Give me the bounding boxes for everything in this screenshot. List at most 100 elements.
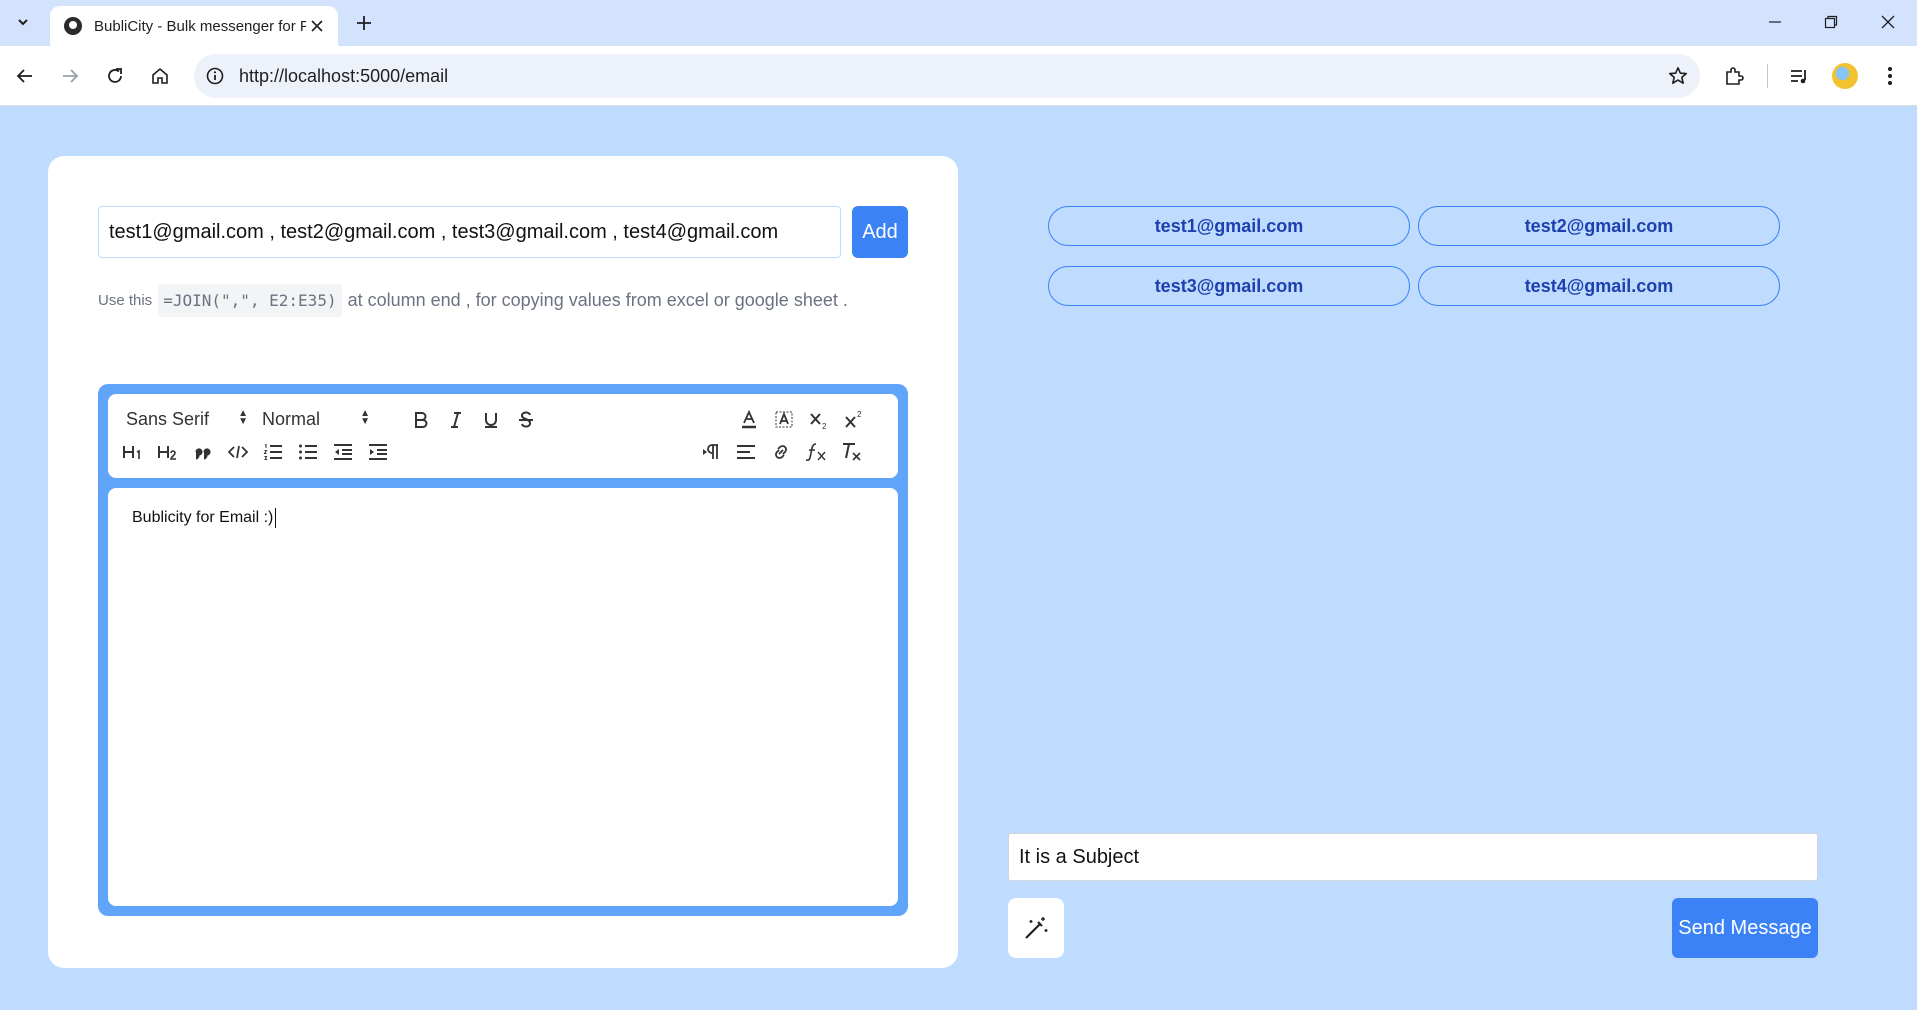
underline-button[interactable] (478, 408, 504, 432)
recipient-chip[interactable]: test4@gmail.com (1418, 266, 1780, 306)
recipient-chip[interactable]: test2@gmail.com (1418, 206, 1780, 246)
superscript-button[interactable]: 2 (841, 408, 867, 432)
heading-1-icon (123, 446, 140, 459)
blockquote-button[interactable] (190, 440, 216, 464)
text-color-icon (742, 410, 756, 429)
svg-text:2: 2 (857, 410, 862, 419)
window-restore-button[interactable] (1803, 0, 1859, 44)
url-text[interactable]: http://localhost:5000/email (239, 66, 448, 87)
site-info-icon[interactable] (204, 65, 226, 87)
window-close-button[interactable] (1860, 0, 1916, 44)
ordered-list-icon (263, 443, 282, 460)
close-icon (1881, 15, 1895, 29)
align-button[interactable] (733, 440, 759, 464)
align-left-icon (737, 445, 755, 459)
ordered-list-button[interactable] (260, 440, 286, 464)
formula-button[interactable] (803, 440, 829, 464)
join-hint: Use this =JOIN(",", E2:E35) at column en… (98, 284, 848, 317)
editor-content[interactable]: Bublicity for Email :) (108, 488, 898, 906)
superscript-icon: 2 (845, 410, 862, 428)
editor-text: Bublicity for Email :) (132, 509, 274, 527)
background-color-button[interactable] (771, 408, 797, 432)
forward-button[interactable] (54, 60, 86, 92)
clear-format-button[interactable] (838, 440, 864, 464)
font-family-value: Sans Serif (126, 408, 210, 429)
tab-search-button[interactable] (8, 9, 38, 35)
subject-input[interactable] (1008, 833, 1818, 881)
indent-icon (369, 444, 387, 460)
indent-button[interactable] (365, 440, 391, 464)
formula-icon (805, 443, 826, 462)
add-button[interactable]: Add (852, 206, 908, 258)
bold-icon (415, 412, 428, 428)
tab-title: BubliCity - Bulk messenger for F (94, 17, 306, 35)
text-color-button[interactable] (736, 408, 762, 432)
arrow-left-icon (16, 69, 32, 83)
link-icon (775, 445, 787, 459)
ai-generate-button[interactable] (1008, 898, 1064, 958)
rich-text-editor: Sans Serif ▲ ▼ Normal ▲ ▼ 2 2 Bublicity … (98, 384, 908, 916)
media-control-icon[interactable] (1783, 60, 1815, 92)
browser-tab-strip: BubliCity - Bulk messenger for F (0, 0, 1917, 46)
magic-wand-icon (1025, 917, 1048, 939)
compose-card: Add Use this =JOIN(",", E2:E35) at colum… (48, 156, 958, 968)
restore-icon (1824, 15, 1838, 29)
header-1-button[interactable] (120, 440, 146, 464)
hint-prefix: Use this (98, 292, 153, 309)
window-minimize-button[interactable] (1747, 0, 1803, 44)
header-2-button[interactable] (155, 440, 181, 464)
font-size-select[interactable]: Normal ▲ ▼ (262, 408, 370, 430)
toolbar-divider (1767, 64, 1768, 88)
strike-button[interactable] (513, 408, 539, 432)
subscript-icon: 2 (810, 413, 827, 430)
code-icon (228, 445, 248, 459)
italic-button[interactable] (443, 408, 469, 432)
plus-icon (357, 16, 371, 30)
quote-icon (195, 448, 211, 460)
select-arrows-icon: ▲ ▼ (238, 408, 248, 427)
outdent-button[interactable] (330, 440, 356, 464)
recipient-chip[interactable]: test3@gmail.com (1048, 266, 1410, 306)
recipient-chip[interactable]: test1@gmail.com (1048, 206, 1410, 246)
select-arrows-icon: ▲ ▼ (360, 408, 370, 427)
bullet-list-button[interactable] (295, 440, 321, 464)
bookmark-star-icon[interactable] (1666, 64, 1690, 88)
profile-avatar[interactable] (1832, 63, 1858, 89)
bold-button[interactable] (408, 408, 434, 432)
clear-format-icon (843, 443, 861, 461)
font-size-value: Normal (262, 408, 321, 429)
bullet-list-icon (299, 444, 317, 460)
arrow-right-icon (63, 69, 79, 83)
app-favicon-icon (64, 17, 82, 35)
send-message-button[interactable]: Send Message (1672, 898, 1818, 958)
hint-suffix: at column end , for copying values from … (347, 290, 848, 310)
code-button[interactable] (225, 440, 251, 464)
tab-close-button[interactable] (306, 15, 328, 37)
heading-2-icon (158, 446, 176, 460)
text-direction-icon (703, 444, 718, 459)
address-bar[interactable]: http://localhost:5000/email (194, 54, 1700, 98)
reload-button[interactable] (99, 60, 131, 92)
extensions-icon[interactable] (1718, 60, 1750, 92)
browser-tab-active[interactable]: BubliCity - Bulk messenger for F (50, 6, 338, 46)
link-button[interactable] (768, 440, 794, 464)
text-caret (275, 508, 277, 528)
editor-toolbar: Sans Serif ▲ ▼ Normal ▲ ▼ 2 2 (108, 394, 898, 478)
home-button[interactable] (144, 60, 176, 92)
font-family-select[interactable]: Sans Serif ▲ ▼ (126, 408, 248, 430)
back-button[interactable] (9, 60, 41, 92)
highlight-icon (775, 411, 793, 428)
reload-icon (108, 68, 122, 83)
minimize-icon (1769, 21, 1781, 23)
hint-formula: =JOIN(",", E2:E35) (158, 284, 342, 317)
text-direction-button[interactable] (698, 440, 724, 464)
close-icon (311, 20, 323, 32)
new-tab-button[interactable] (350, 9, 378, 37)
strikethrough-icon (519, 411, 533, 428)
home-icon (152, 67, 168, 84)
outdent-icon (334, 444, 352, 460)
subscript-button[interactable]: 2 (806, 408, 832, 432)
browser-toolbar: http://localhost:5000/email (0, 46, 1917, 106)
browser-menu-icon[interactable] (1874, 60, 1906, 92)
emails-input[interactable] (98, 206, 841, 258)
